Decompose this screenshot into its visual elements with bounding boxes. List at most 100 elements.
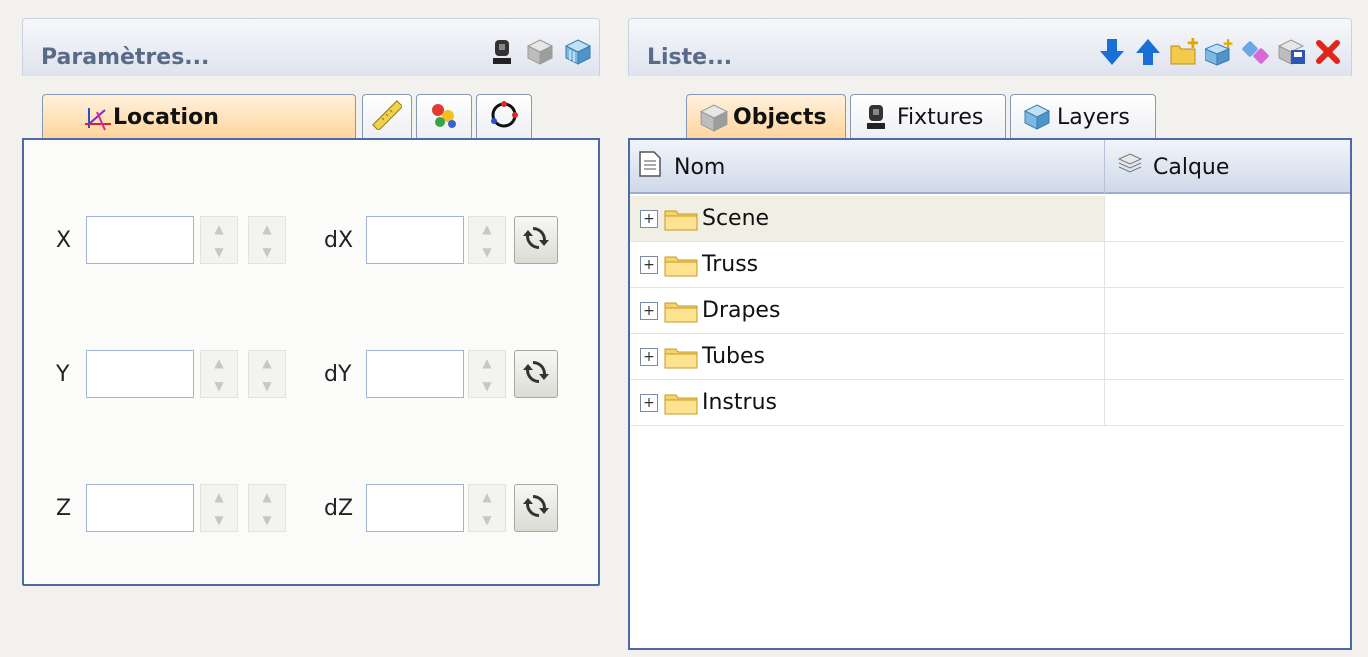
tab-dimensions[interactable] (362, 94, 412, 140)
spin-up-icon: ▲ (262, 221, 272, 236)
spin-down-icon: ▼ (262, 244, 272, 259)
dx-apply-button[interactable] (514, 216, 558, 264)
objects-tree: Nom Calque + Scene + Truss + Drapes + Tu… (628, 138, 1352, 650)
tree-row-label: Scene (702, 206, 770, 231)
tree-row-label: Instrus (702, 390, 777, 415)
label-dz: dZ (324, 496, 354, 521)
tree-cell-layer (1104, 242, 1344, 287)
expand-icon[interactable]: + (640, 347, 658, 366)
tree-cell-layer (1104, 196, 1344, 241)
tree-cell-layer (1104, 288, 1344, 333)
label-x: X (56, 228, 72, 253)
z-input[interactable] (86, 484, 194, 532)
dz-input[interactable] (366, 484, 464, 532)
arrow-down-icon[interactable] (1097, 37, 1127, 67)
tab-location-label: Location (113, 105, 219, 130)
tree-cell-name: + Tubes (630, 334, 1104, 379)
tree-row-tubes[interactable]: + Tubes (630, 334, 1344, 380)
axes-icon (83, 104, 113, 138)
parameters-title: Paramètres... (41, 45, 210, 70)
dy-apply-button[interactable] (514, 350, 558, 398)
spin-up-icon: ▲ (214, 489, 224, 504)
fixture-icon[interactable] (487, 37, 517, 67)
expand-icon[interactable]: + (640, 255, 658, 274)
tab-layers-label: Layers (1057, 105, 1130, 130)
tree-row-truss[interactable]: + Truss (630, 242, 1344, 288)
save-icon[interactable] (1277, 37, 1307, 67)
y-spinner-alt[interactable]: ▲ ▼ (248, 350, 286, 398)
tab-fixtures[interactable]: Fixtures (850, 94, 1006, 140)
z-spinner[interactable]: ▲ ▼ (200, 484, 238, 532)
fixture-icon (863, 103, 889, 137)
spin-down-icon: ▼ (214, 244, 224, 259)
y-spinner[interactable]: ▲ ▼ (200, 350, 238, 398)
cube-icon (699, 103, 729, 139)
z-spinner-alt[interactable]: ▲ ▼ (248, 484, 286, 532)
folder-icon (664, 348, 698, 368)
column-layer[interactable]: Calque (1104, 140, 1344, 194)
layers-icon[interactable] (563, 37, 593, 67)
tab-layers[interactable]: Layers (1010, 94, 1156, 140)
spin-up-icon: ▲ (262, 355, 272, 370)
refresh-icon (522, 358, 550, 390)
dz-apply-button[interactable] (514, 484, 558, 532)
list-title: Liste... (647, 45, 733, 70)
new-layer-icon[interactable]: ✚ (1205, 37, 1235, 67)
y-input[interactable] (86, 350, 194, 398)
cube-icon[interactable] (525, 37, 555, 67)
dx-spinner[interactable]: ▲ ▼ (468, 216, 506, 264)
refresh-icon (522, 224, 550, 256)
tab-rotation[interactable] (476, 94, 532, 140)
link-icon[interactable] (1241, 37, 1271, 67)
dz-spinner[interactable]: ▲ ▼ (468, 484, 506, 532)
tree-row-drapes[interactable]: + Drapes (630, 288, 1344, 334)
spin-down-icon: ▼ (262, 512, 272, 527)
x-spinner[interactable]: ▲ ▼ (200, 216, 238, 264)
parameters-body: X ▲ ▼ ▲ ▼ dX ▲ ▼ Y ▲ ▼ ▲ ▼ dY ▲ ▼ Z ▲ ▼ ▲ ▼ dZ ▲… (22, 138, 600, 586)
x-input[interactable] (86, 216, 194, 264)
layers-icon (1023, 103, 1051, 137)
expand-icon[interactable]: + (640, 393, 658, 412)
tree-row-label: Tubes (702, 344, 766, 369)
list-header: Liste... ✚ ✚ (628, 18, 1352, 76)
new-folder-icon[interactable]: ✚ (1169, 37, 1199, 67)
svg-text:✚: ✚ (1223, 38, 1233, 51)
spin-up-icon: ▲ (262, 489, 272, 504)
list-toolbar: ✚ ✚ (1097, 37, 1343, 67)
tab-objects[interactable]: Objects (686, 94, 846, 140)
tab-color[interactable] (416, 94, 472, 140)
column-name[interactable]: Nom (630, 140, 1104, 194)
delete-icon[interactable] (1313, 37, 1343, 67)
document-icon (638, 150, 662, 184)
parameters-panel: Paramètres... Location X ▲ ▼ ▲ ▼ dX ▲ ▼ … (22, 18, 600, 586)
tree-cell-name: + Drapes (630, 288, 1104, 333)
folder-icon (664, 210, 698, 230)
x-spinner-alt[interactable]: ▲ ▼ (248, 216, 286, 264)
tree-row-scene[interactable]: + Scene (630, 196, 1344, 242)
tree-cell-name: + Truss (630, 242, 1104, 287)
dx-input[interactable] (366, 216, 464, 264)
expand-icon[interactable]: + (640, 209, 658, 228)
stack-icon (1117, 152, 1143, 182)
spin-up-icon: ▲ (482, 221, 492, 236)
tab-location[interactable]: Location (42, 94, 356, 140)
expand-icon[interactable]: + (640, 301, 658, 320)
dy-spinner[interactable]: ▲ ▼ (468, 350, 506, 398)
arrow-up-icon[interactable] (1133, 37, 1163, 67)
spin-down-icon: ▼ (214, 378, 224, 393)
label-y: Y (56, 362, 70, 387)
tree-row-label: Truss (702, 252, 759, 277)
color-icon (428, 100, 460, 136)
spin-down-icon: ▼ (482, 378, 492, 393)
spin-up-icon: ▲ (214, 221, 224, 236)
parameters-tabs: Location (22, 76, 600, 140)
column-header: Nom Calque (630, 140, 1350, 194)
parameters-toolbar (487, 37, 593, 67)
tree-row-instrus[interactable]: + Instrus (630, 380, 1344, 426)
rotation-icon (488, 99, 520, 137)
spin-up-icon: ▲ (214, 355, 224, 370)
column-name-label: Nom (674, 154, 726, 180)
spin-down-icon: ▼ (482, 512, 492, 527)
parameters-header: Paramètres... (22, 18, 600, 76)
dy-input[interactable] (366, 350, 464, 398)
